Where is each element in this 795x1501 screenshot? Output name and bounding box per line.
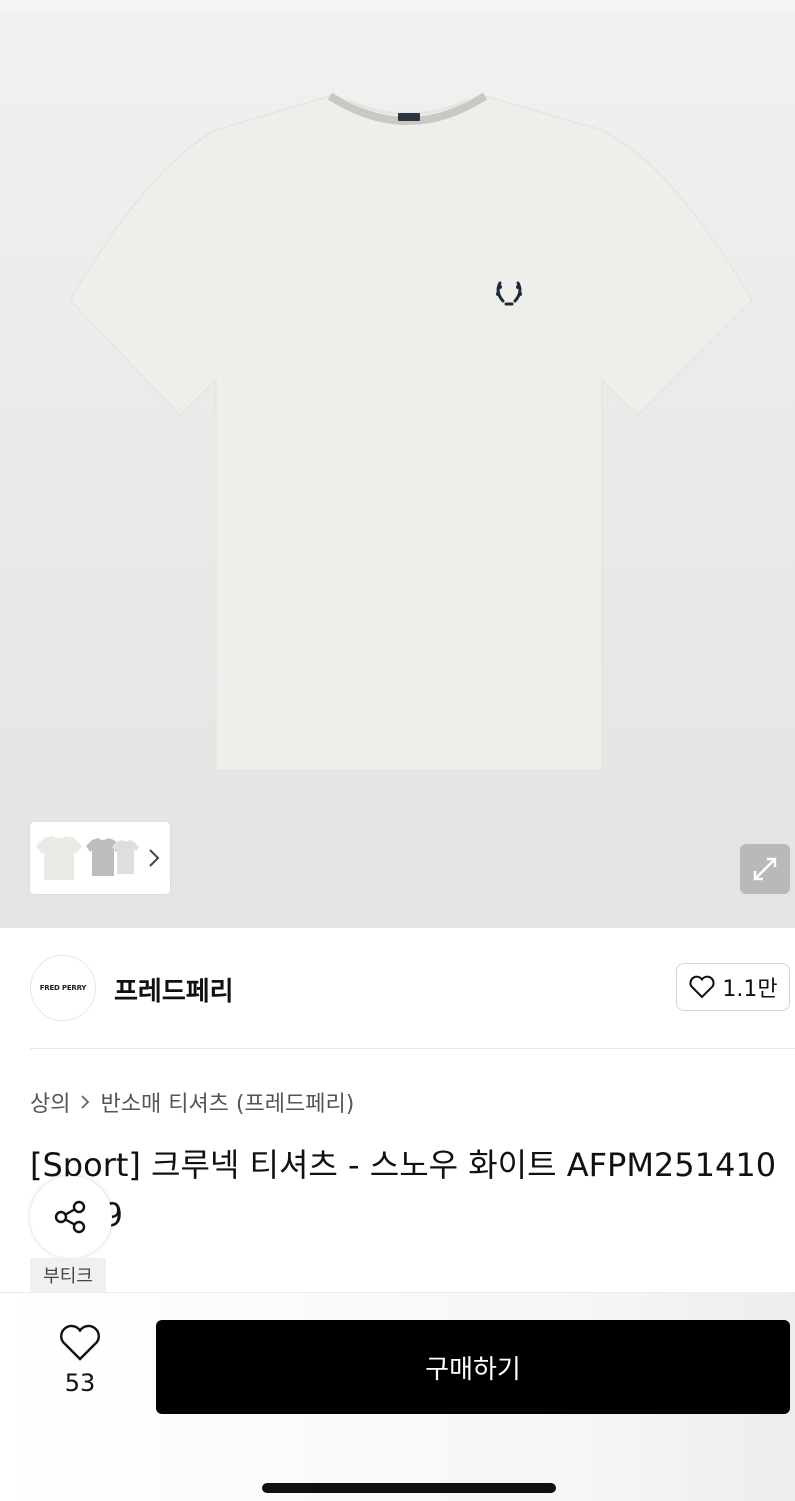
brand-like-button[interactable]: 1.1만 [676,963,790,1011]
thumbnail-strip[interactable] [30,822,170,894]
breadcrumb-subcategory[interactable]: 반소매 티셔츠 (프레드페리) [100,1086,354,1118]
heart-icon [60,1324,100,1361]
heart-icon [689,975,715,999]
bottom-bar: 53 구매하기 [0,1292,795,1501]
boutique-tag: 부티크 [30,1258,106,1292]
expand-image-button[interactable] [740,844,790,894]
share-icon [54,1200,86,1234]
wish-button[interactable]: 53 [40,1323,120,1397]
product-title: [Sport] 크루넥 티셔츠 - 스노우 화이트 AFPM2514100-12… [30,1146,777,1234]
expand-icon [753,857,777,881]
wish-count: 53 [64,1369,96,1397]
share-button[interactable] [30,1176,112,1258]
brand-logo-text: FRED PERRY [39,984,87,992]
buy-button[interactable]: 구매하기 [156,1320,790,1414]
chevron-right-icon [81,1095,90,1109]
brand-logo[interactable]: FRED PERRY [30,955,96,1021]
home-indicator [262,1483,556,1493]
brand-row: FRED PERRY 프레드페리 1.1만 [30,955,790,1023]
breadcrumb-category[interactable]: 상의 [30,1086,70,1118]
brand-name[interactable]: 프레드페리 [114,971,234,1008]
chevron-right-icon [149,849,160,867]
brand-like-count: 1.1만 [722,977,778,1002]
breadcrumb: 상의 반소매 티셔츠 (프레드페리) [30,1086,354,1118]
product-image [69,92,753,771]
product-image-area[interactable] [0,0,795,928]
divider [30,1048,795,1049]
